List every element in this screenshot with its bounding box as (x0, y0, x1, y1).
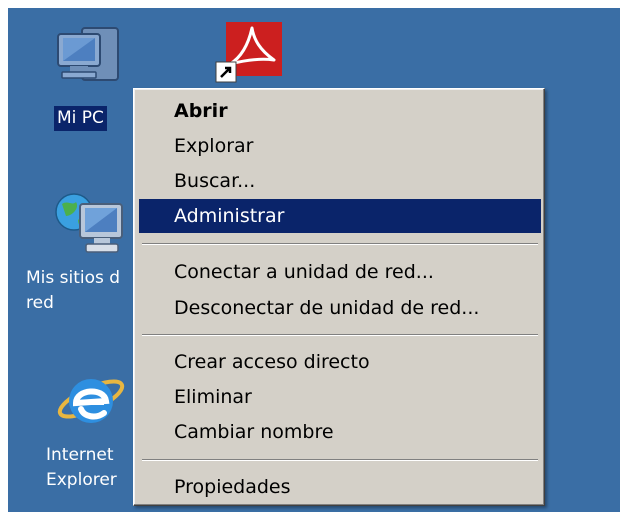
my-computer-desktop-icon[interactable]: Mi PC (46, 14, 146, 134)
network-places-desktop-icon[interactable]: Mis sitios d red (8, 186, 138, 326)
menu-item-desconectar-unidad-red[interactable]: Desconectar de unidad de red... (139, 291, 541, 325)
my-computer-label: Mi PC (54, 106, 107, 131)
menu-item-buscar[interactable]: Buscar... (139, 164, 541, 198)
desktop: Mi PC Mis sitios d red Internet Explorer… (8, 8, 620, 512)
menu-separator (142, 334, 538, 336)
context-menu: Abrir Explorar Buscar... Administrar Con… (133, 88, 545, 506)
internet-explorer-desktop-icon[interactable]: Internet Explorer (8, 363, 138, 503)
menu-item-propiedades[interactable]: Propiedades (139, 470, 541, 504)
menu-separator (142, 459, 538, 461)
menu-item-abrir[interactable]: Abrir (139, 94, 541, 128)
menu-item-administrar[interactable]: Administrar (139, 199, 541, 233)
network-places-icon (55, 193, 123, 253)
menu-item-conectar-unidad-red[interactable]: Conectar a unidad de red... (139, 255, 541, 289)
menu-item-explorar[interactable]: Explorar (139, 129, 541, 163)
menu-item-eliminar[interactable]: Eliminar (139, 380, 541, 414)
adobe-reader-icon (215, 22, 282, 83)
my-computer-icon (57, 27, 119, 81)
menu-item-cambiar-nombre[interactable]: Cambiar nombre (139, 415, 541, 449)
internet-explorer-label: Internet Explorer (46, 445, 117, 490)
internet-explorer-icon (57, 379, 125, 423)
menu-separator (142, 243, 538, 245)
adobe-reader-desktop-icon[interactable] (214, 16, 294, 86)
menu-item-crear-acceso-directo[interactable]: Crear acceso directo (139, 345, 541, 379)
